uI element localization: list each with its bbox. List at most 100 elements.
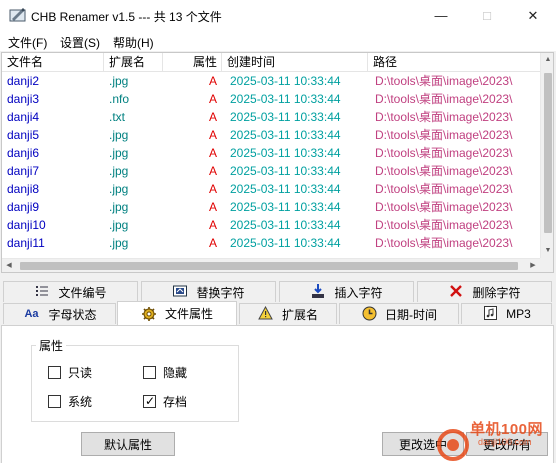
horizontal-scroll-thumb[interactable] (20, 262, 518, 270)
table-row[interactable]: danji7 .jpg A 2025-03-11 10:33:44 D:\too… (2, 162, 540, 180)
file-date: 2025-03-11 10:33:44 (230, 218, 341, 232)
close-button[interactable]: ✕ (510, 0, 556, 31)
title-bar: CHB Renamer v1.5 --- 共 13 个文件 — □ ✕ (0, 0, 556, 31)
file-ext: .jpg (109, 128, 129, 142)
tab-date-time[interactable]: 日期-时间 (339, 303, 459, 324)
table-row[interactable]: danji4 .txt A 2025-03-11 10:33:44 D:\too… (2, 108, 540, 126)
file-path: D:\tools\桌面\image\2023\ (375, 74, 513, 88)
tab-delete-chars[interactable]: 删除字符 (417, 281, 552, 302)
file-name: danji9 (7, 200, 40, 214)
table-row[interactable]: danji9 .jpg A 2025-03-11 10:33:44 D:\too… (2, 198, 540, 216)
table-row[interactable]: danji2 .jpg A 2025-03-11 10:33:44 D:\too… (2, 72, 540, 90)
readonly-checkbox-box[interactable] (48, 366, 61, 379)
default-attributes-button[interactable]: 默认属性 (81, 432, 175, 456)
file-date: 2025-03-11 10:33:44 (230, 182, 341, 196)
menu-file[interactable]: 文件(F) (8, 34, 47, 51)
list-numbered-icon (34, 284, 50, 300)
tab-extension[interactable]: 扩展名 (239, 303, 337, 324)
file-name: danji8 (7, 182, 40, 196)
system-checkbox[interactable]: 系统 (48, 393, 92, 410)
file-date: 2025-03-11 10:33:44 (230, 200, 341, 214)
gear-icon (141, 306, 157, 322)
tab-label: 扩展名 (281, 307, 318, 322)
vertical-scroll-thumb[interactable] (544, 73, 552, 233)
tab-file-attributes[interactable]: 文件属性 (117, 301, 237, 325)
readonly-checkbox[interactable]: 只读 (48, 364, 92, 381)
file-attr: A (208, 128, 217, 142)
file-path: D:\tools\桌面\image\2023\ (375, 110, 513, 124)
tab-label: 文件编号 (58, 285, 107, 300)
archive-checkbox[interactable]: 存档 (143, 393, 187, 410)
list-header: 文件名 扩展名 属性 创建时间 路径 (2, 53, 553, 72)
file-name: danji10 (7, 218, 46, 232)
hidden-checkbox-box[interactable] (143, 366, 156, 379)
maximize-button[interactable]: □ (464, 0, 510, 31)
scroll-down-arrow-icon[interactable]: ▼ (541, 244, 553, 258)
letter-case-icon: Aa (24, 308, 39, 320)
file-ext: .jpg (109, 74, 129, 88)
file-ext: .jpg (109, 236, 129, 250)
file-ext: .jpg (109, 182, 129, 196)
tab-file-numbering[interactable]: 文件编号 (3, 281, 138, 302)
attributes-groupbox (31, 345, 239, 422)
archive-checkbox-box[interactable] (143, 394, 156, 408)
file-name: danji11 (7, 236, 45, 250)
insert-icon (310, 284, 326, 300)
menu-settings[interactable]: 设置(S) (60, 34, 100, 51)
hidden-label: 隐藏 (163, 366, 188, 380)
column-header-path[interactable]: 路径 (368, 53, 540, 72)
file-date: 2025-03-11 10:33:44 (230, 110, 341, 124)
clock-icon (361, 306, 377, 322)
file-path: D:\tools\桌面\image\2023\ (375, 92, 513, 106)
column-header-date[interactable]: 创建时间 (222, 53, 368, 72)
minimize-button[interactable]: — (418, 0, 464, 31)
list-rows: danji2 .jpg A 2025-03-11 10:33:44 D:\too… (2, 72, 540, 258)
table-row[interactable]: danji11 .jpg A 2025-03-11 10:33:44 D:\to… (2, 234, 540, 252)
file-name: danji3 (7, 92, 40, 106)
file-name: danji6 (7, 146, 40, 160)
system-checkbox-box[interactable] (48, 395, 61, 408)
delete-x-icon (448, 284, 464, 300)
column-header-attr[interactable]: 属性 (163, 53, 222, 72)
column-header-name[interactable]: 文件名 (2, 53, 104, 72)
table-row[interactable]: danji8 .jpg A 2025-03-11 10:33:44 D:\too… (2, 180, 540, 198)
file-ext: .jpg (109, 146, 129, 160)
file-attr: A (208, 146, 217, 160)
menu-help[interactable]: 帮助(H) (113, 34, 154, 51)
horizontal-scrollbar[interactable]: ◀ ▶ (2, 258, 540, 272)
system-label: 系统 (68, 395, 93, 409)
replace-icon (172, 284, 188, 300)
tab-label: 字母状态 (48, 307, 97, 322)
file-path: D:\tools\桌面\image\2023\ (375, 146, 513, 160)
file-date: 2025-03-11 10:33:44 (230, 92, 341, 106)
tab-letter-case[interactable]: Aa 字母状态 (3, 303, 116, 324)
table-row[interactable]: danji3 .nfo A 2025-03-11 10:33:44 D:\too… (2, 90, 540, 108)
scroll-up-arrow-icon[interactable]: ▲ (541, 53, 553, 67)
file-list[interactable]: 文件名 扩展名 属性 创建时间 路径 danji2 .jpg A 2025-03… (1, 52, 554, 273)
file-path: D:\tools\桌面\image\2023\ (375, 218, 513, 232)
table-row[interactable]: danji5 .jpg A 2025-03-11 10:33:44 D:\too… (2, 126, 540, 144)
scroll-right-arrow-icon[interactable]: ▶ (526, 259, 540, 272)
file-path: D:\tools\桌面\image\2023\ (375, 164, 513, 178)
archive-label: 存档 (163, 395, 188, 409)
column-header-ext[interactable]: 扩展名 (104, 53, 163, 72)
tab-mp3[interactable]: MP3 (461, 303, 552, 324)
file-path: D:\tools\桌面\image\2023\ (375, 128, 513, 142)
vertical-scrollbar[interactable]: ▲ ▼ (540, 53, 553, 258)
file-path: D:\tools\桌面\image\2023\ (375, 236, 513, 250)
tab-label: MP3 (506, 307, 531, 321)
table-row[interactable]: danji6 .jpg A 2025-03-11 10:33:44 D:\too… (2, 144, 540, 162)
table-row[interactable]: danji10 .jpg A 2025-03-11 10:33:44 D:\to… (2, 216, 540, 234)
tab-insert-chars[interactable]: 插入字符 (279, 281, 414, 302)
file-attr: A (208, 92, 217, 106)
hidden-checkbox[interactable]: 隐藏 (143, 364, 187, 381)
scroll-left-arrow-icon[interactable]: ◀ (2, 259, 16, 272)
file-ext: .jpg (109, 164, 129, 178)
music-icon (482, 306, 498, 322)
tab-replace-chars[interactable]: 替换字符 (141, 281, 276, 302)
file-attr: A (208, 74, 217, 88)
file-name: danji5 (7, 128, 40, 142)
file-ext: .txt (109, 110, 126, 124)
window-title: CHB Renamer v1.5 --- 共 13 个文件 (31, 10, 222, 24)
file-attr: A (208, 200, 217, 214)
